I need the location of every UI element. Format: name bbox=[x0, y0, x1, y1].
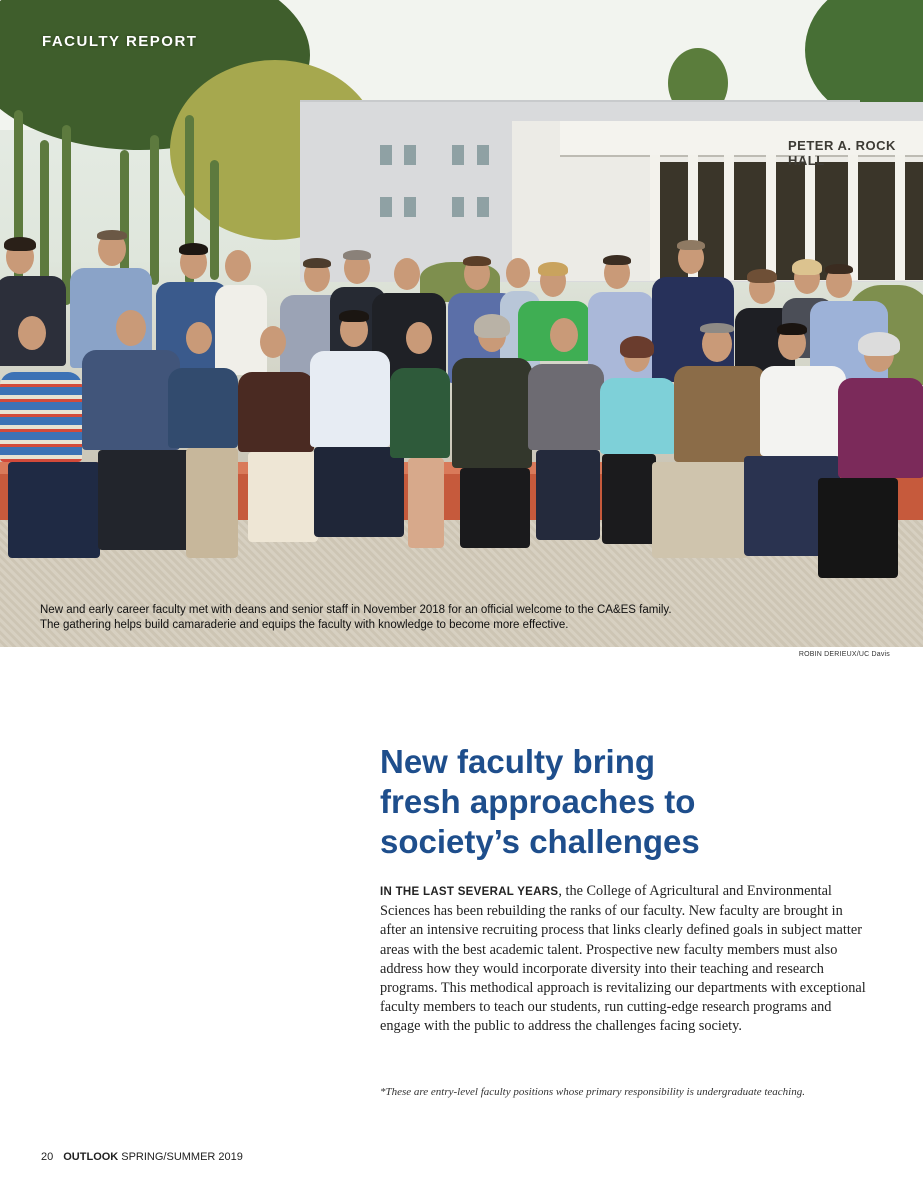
pillar bbox=[848, 155, 858, 280]
page-footer: 20 OUTLOOK SPRING/SUMMER 2019 bbox=[41, 1151, 243, 1163]
article-body: IN THE LAST SEVERAL YEARS, the College o… bbox=[380, 882, 868, 1037]
window bbox=[477, 197, 489, 217]
section-label: FACULTY REPORT bbox=[42, 33, 198, 50]
photo-credit: ROBIN DERIEUX/UC Davis bbox=[798, 651, 890, 658]
article-headline: New faculty bring fresh approaches to so… bbox=[380, 742, 800, 862]
lead-in: IN THE LAST SEVERAL YEARS bbox=[380, 886, 559, 898]
magazine-name: OUTLOOK bbox=[63, 1151, 119, 1163]
pillar bbox=[650, 155, 660, 280]
cactus bbox=[150, 135, 159, 285]
body-copy: , the College of Agricultural and Enviro… bbox=[380, 883, 866, 1035]
page-number: 20 bbox=[41, 1151, 54, 1163]
headline-line: fresh approaches to bbox=[380, 783, 696, 820]
window bbox=[380, 197, 392, 217]
window bbox=[404, 145, 416, 165]
window bbox=[380, 145, 392, 165]
caption-line: The gathering helps build camaraderie an… bbox=[40, 619, 569, 631]
headline-line: New faculty bring bbox=[380, 743, 656, 780]
footnote: *These are entry-level faculty positions… bbox=[380, 1086, 805, 1098]
pillar bbox=[766, 155, 776, 280]
window bbox=[452, 197, 464, 217]
group-photo: PETER A. ROCK HALL FACULTY REPORT New an… bbox=[0, 0, 923, 647]
headline-line: society’s challenges bbox=[380, 823, 700, 860]
pillar bbox=[895, 155, 905, 280]
building-sign: PETER A. ROCK HALL bbox=[788, 138, 896, 168]
photo-caption: New and early career faculty met with de… bbox=[40, 603, 740, 633]
pillar bbox=[724, 155, 734, 280]
issue-label: SPRING/SUMMER 2019 bbox=[121, 1151, 243, 1163]
cactus bbox=[210, 160, 219, 280]
window bbox=[452, 145, 464, 165]
window bbox=[404, 197, 416, 217]
window bbox=[477, 145, 489, 165]
caption-line: New and early career faculty met with de… bbox=[40, 604, 672, 616]
